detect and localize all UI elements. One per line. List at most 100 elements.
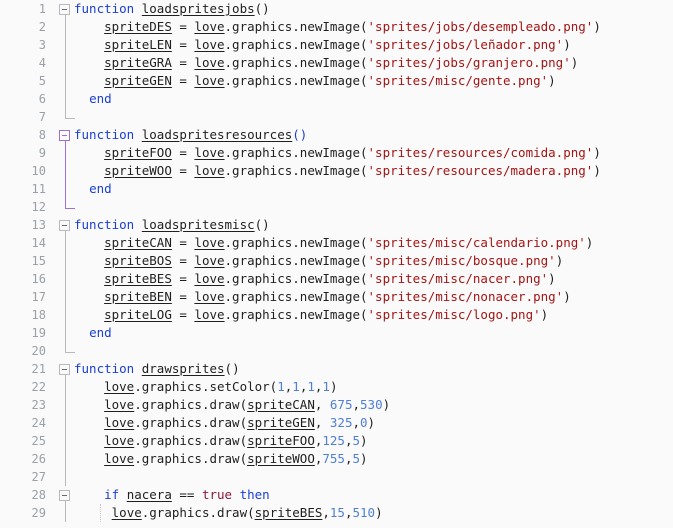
code-line[interactable]: 29 love.graphics.draw(spriteBES,15,510) — [0, 504, 673, 522]
code-text[interactable]: function loadspritesjobs() — [74, 0, 270, 18]
code-text[interactable]: spriteGEN = love.graphics.newImage('spri… — [74, 72, 556, 90]
fold-toggle-icon[interactable] — [58, 126, 74, 144]
code-line[interactable]: 8 function loadspritesresources() — [0, 126, 673, 144]
token-plain: .graphics.newImage( — [224, 163, 368, 178]
line-number: 5 — [38, 74, 46, 88]
code-text[interactable]: love.graphics.setColor(1,1,1,1) — [74, 378, 337, 396]
code-line[interactable]: 14 spriteCAN = love.graphics.newImage('s… — [0, 234, 673, 252]
code-line[interactable]: 11 end — [0, 180, 673, 198]
code-line[interactable]: 17 spriteBEN = love.graphics.newImage('s… — [0, 288, 673, 306]
token-ident: loadspritesresources — [141, 127, 293, 142]
token-plain: ) — [540, 307, 549, 322]
code-line[interactable]: 16 spriteBES = love.graphics.newImage('s… — [0, 270, 673, 288]
code-line[interactable]: 28 if nacera == true then — [0, 486, 673, 504]
code-line[interactable]: 3 spriteLEN = love.graphics.newImage('sp… — [0, 36, 673, 54]
token-plain: ) — [329, 379, 338, 394]
code-line[interactable]: 5 spriteGEN = love.graphics.newImage('sp… — [0, 72, 673, 90]
code-text[interactable]: function loadspritesresources() — [74, 126, 307, 144]
token-ident: spriteCAN — [104, 235, 172, 250]
token-str: 'sprites/misc/logo.png' — [367, 307, 541, 322]
code-line[interactable]: 10 spriteWOO = love.graphics.newImage('s… — [0, 162, 673, 180]
code-line[interactable]: 25 love.graphics.draw(spriteFOO,125,5) — [0, 432, 673, 450]
code-text[interactable]: if nacera == true then — [74, 486, 270, 504]
code-line[interactable]: 15 spriteBOS = love.graphics.newImage('s… — [0, 252, 673, 270]
line-number: 1 — [38, 2, 46, 16]
code-text[interactable]: spriteLEN = love.graphics.newImage('spri… — [74, 36, 571, 54]
code-text[interactable]: function loadspritesmisc() — [74, 216, 270, 234]
code-text[interactable]: spriteBEN = love.graphics.newImage('spri… — [74, 288, 571, 306]
code-line[interactable]: 2 spriteDES = love.graphics.newImage('sp… — [0, 18, 673, 36]
code-line[interactable]: 24 love.graphics.draw(spriteGEN, 325,0) — [0, 414, 673, 432]
line-number: 16 — [31, 272, 46, 286]
code-line[interactable]: 4 spriteGRA = love.graphics.newImage('sp… — [0, 54, 673, 72]
fold-guide — [58, 450, 74, 468]
code-text[interactable]: love.graphics.draw(spriteCAN, 675,530) — [74, 396, 390, 414]
fold-collapse-icon[interactable] — [59, 4, 70, 15]
code-text[interactable]: spriteGRA = love.graphics.newImage('spri… — [74, 54, 578, 72]
token-bool: true — [201, 487, 233, 502]
fold-toggle-icon[interactable] — [58, 360, 74, 378]
code-text[interactable]: spriteDES = love.graphics.newImage('spri… — [74, 18, 601, 36]
token-num: 1 — [307, 379, 315, 394]
token-ident: spriteFOO — [104, 145, 172, 160]
token-plain: = — [171, 37, 195, 52]
fold-toggle-icon[interactable] — [58, 216, 74, 234]
code-line[interactable]: 19 end — [0, 324, 673, 342]
code-line[interactable]: 23 love.graphics.draw(spriteCAN, 675,530… — [0, 396, 673, 414]
code-line[interactable]: 22 love.graphics.setColor(1,1,1,1) — [0, 378, 673, 396]
code-line[interactable]: 7 — [0, 108, 673, 126]
code-text[interactable]: end — [74, 324, 112, 342]
code-line[interactable]: 1 function loadspritesjobs() — [0, 0, 673, 18]
line-number: 19 — [31, 326, 46, 340]
code-text[interactable]: spriteCAN = love.graphics.newImage('spri… — [74, 234, 593, 252]
code-text[interactable]: spriteWOO = love.graphics.newImage('spri… — [74, 162, 601, 180]
code-editor-pane[interactable]: 1 function loadspritesjobs() 2 spriteDES =… — [0, 0, 673, 528]
token-kw: end — [89, 325, 112, 340]
code-text[interactable]: end — [74, 180, 112, 198]
token-ident: spriteWOO — [104, 163, 172, 178]
token-plain: ) — [585, 235, 594, 250]
fold-toggle-icon[interactable] — [58, 0, 74, 18]
token-kw: function — [74, 217, 135, 232]
fold-toggle-icon[interactable] — [58, 486, 74, 504]
code-line[interactable]: 26 love.graphics.draw(spriteWOO,755,5) — [0, 450, 673, 468]
fold-collapse-icon[interactable] — [59, 490, 70, 501]
code-text[interactable]: love.graphics.draw(spriteWOO,755,5) — [74, 450, 367, 468]
code-text[interactable]: function drawsprites() — [74, 360, 240, 378]
code-text[interactable]: love.graphics.draw(spriteBES,15,510) — [74, 504, 383, 522]
code-line[interactable]: 21 function drawsprites() — [0, 360, 673, 378]
code-text[interactable]: love.graphics.draw(spriteGEN, 325,0) — [74, 414, 375, 432]
code-line[interactable]: 13 function loadspritesmisc() — [0, 216, 673, 234]
fold-guide — [58, 288, 74, 306]
token-plain: ) — [548, 73, 556, 88]
code-line[interactable]: 20 — [0, 342, 673, 360]
code-text[interactable]: spriteLOG = love.graphics.newImage('spri… — [74, 306, 548, 324]
fold-collapse-icon[interactable] — [59, 364, 70, 375]
code-line[interactable]: 9 spriteFOO = love.graphics.newImage('sp… — [0, 144, 673, 162]
token-num: 5 — [352, 433, 361, 448]
code-text[interactable]: end — [74, 90, 112, 108]
code-text[interactable]: spriteBOS = love.graphics.newImage('spri… — [74, 252, 563, 270]
token-ident: spriteDES — [104, 19, 172, 34]
code-text[interactable]: spriteFOO = love.graphics.newImage('spri… — [74, 144, 601, 162]
fold-collapse-icon[interactable] — [59, 130, 70, 141]
code-text[interactable]: spriteBES = love.graphics.newImage('spri… — [74, 270, 556, 288]
code-line[interactable]: 18 spriteLOG = love.graphics.newImage('s… — [0, 306, 673, 324]
token-plain: = — [171, 271, 195, 286]
code-line[interactable]: 27 — [0, 468, 673, 486]
fold-collapse-icon[interactable] — [59, 220, 70, 231]
token-ident: love — [104, 397, 135, 412]
code-text[interactable]: love.graphics.draw(spriteFOO,125,5) — [74, 432, 367, 450]
fold-guide-line — [65, 144, 66, 162]
code-line[interactable]: 6 end — [0, 90, 673, 108]
token-plain: .graphics.setColor( — [134, 379, 278, 394]
code-line[interactable]: 12 — [0, 198, 673, 216]
fold-guide — [58, 54, 74, 72]
